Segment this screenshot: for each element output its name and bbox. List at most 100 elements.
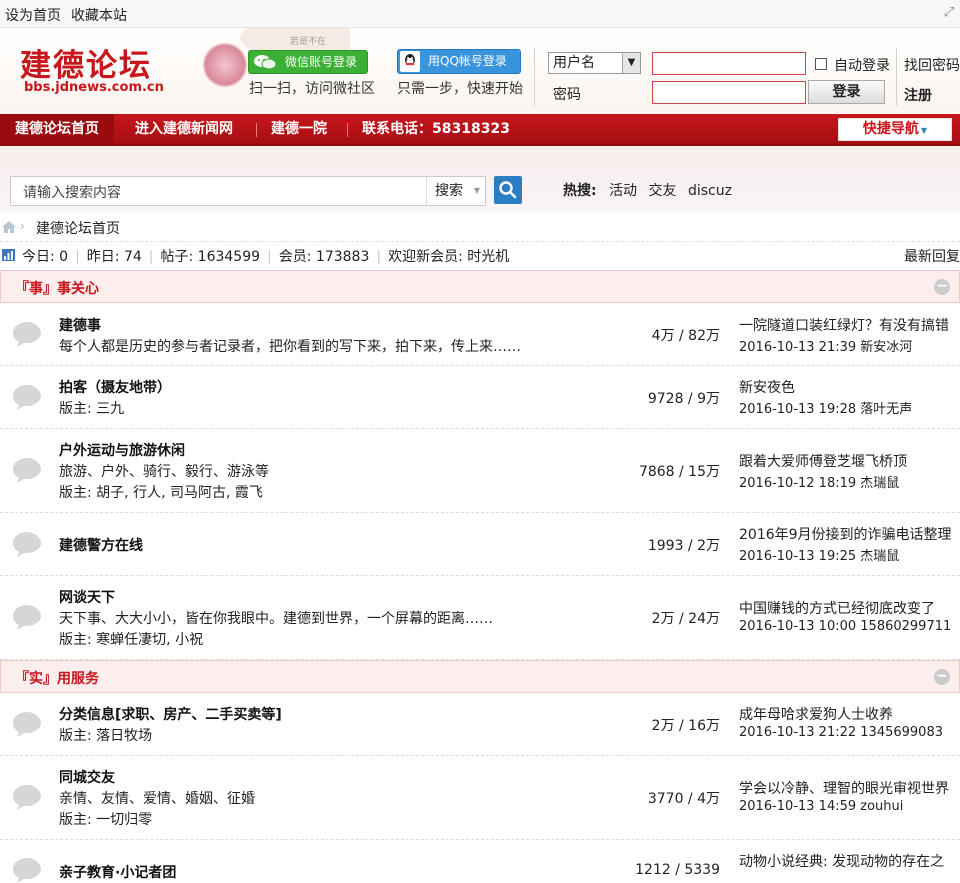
nav-item-news[interactable]: 进入建德新闻网	[120, 114, 248, 144]
stat-posts: 帖子: 1634599	[160, 249, 261, 265]
forum-bubble-icon	[13, 458, 41, 483]
hot-search-label: 热搜:	[563, 183, 597, 199]
collapse-icon[interactable]: −	[934, 669, 950, 685]
forum-row[interactable]: 户外运动与旅游休闲 旅游、户外、骑行、毅行、游泳等 版主: 胡子, 行人, 司马…	[0, 429, 960, 513]
forum-title[interactable]: 同城交友	[59, 767, 115, 787]
search-type-select[interactable]: 搜索 ▼	[426, 177, 486, 205]
category-header: 『事』事关心 −	[0, 270, 960, 303]
login-type-value: 用户名	[553, 55, 595, 71]
search-button[interactable]	[494, 176, 522, 204]
site-url: bbs.jdnews.com.cn	[24, 80, 164, 95]
forum-title[interactable]: 分类信息[求职、房产、二手买卖等]	[59, 704, 282, 724]
last-post-title[interactable]: 学会以冷静、理智的眼光审视世界	[739, 778, 960, 798]
qq-sub-text: 只需一步，快速开始	[397, 81, 523, 97]
forgot-password-link[interactable]: 找回密码	[904, 55, 960, 75]
set-home-link[interactable]: 设为首页	[5, 8, 61, 24]
forum-row[interactable]: 亲子教育·小记者团 1212 / 5339 动物小说经典: 发现动物的存在之	[0, 840, 960, 883]
forum-bubble-icon	[13, 532, 41, 557]
last-post-title[interactable]: 新安夜色	[739, 377, 960, 397]
forum-counts: 2万 / 24万	[651, 611, 720, 627]
nav-item-hospital[interactable]: 建德一院	[256, 114, 342, 144]
forum-moderators: 版主: 胡子, 行人, 司马阿古, 霞飞	[59, 485, 263, 501]
last-post-title[interactable]: 2016年9月份接到的诈骗电话整理	[739, 524, 960, 544]
top-links: 设为首页 收藏本站	[5, 5, 137, 25]
forum-counts: 9728 / 9万	[647, 391, 720, 407]
forum-row[interactable]: 网谈天下 天下事、大大小小，皆在你我眼中。建德到世界，一个屏幕的距离…… 版主:…	[0, 576, 960, 660]
qq-login-button[interactable]: 用QQ帐号登录	[397, 49, 521, 74]
forum-description: 天下事、大大小小，皆在你我眼中。建德到世界，一个屏幕的距离……	[59, 611, 493, 627]
stat-newest-member[interactable]: 欢迎新会员: 时光机	[388, 249, 509, 265]
qq-login-label: 用QQ帐号登录	[428, 54, 507, 68]
forum-title[interactable]: 户外运动与旅游休闲	[59, 440, 185, 460]
forum-moderators: 版主: 落日牧场	[59, 728, 153, 744]
login-type-select[interactable]: 用户名 ▼	[548, 52, 641, 74]
last-post-title[interactable]: 跟着大爱师傅登芝堰飞桥顶	[739, 451, 960, 471]
category-title[interactable]: 『事』事关心	[15, 278, 99, 298]
forum-counts: 1212 / 5339	[635, 862, 720, 878]
forum-title[interactable]: 建德事	[59, 315, 101, 335]
qq-icon	[400, 51, 420, 72]
register-link[interactable]: 注册	[904, 85, 932, 105]
search-placeholder: 请输入搜索内容	[23, 185, 121, 201]
forum-row[interactable]: 建德警方在线 1993 / 2万 2016年9月份接到的诈骗电话整理 2016-…	[0, 513, 960, 576]
forum-description: 旅游、户外、骑行、毅行、游泳等	[59, 464, 269, 480]
forum-counts: 4万 / 82万	[651, 328, 720, 344]
password-label: 密码	[553, 87, 581, 103]
collapse-icon[interactable]: −	[934, 279, 950, 295]
forum-title[interactable]: 建德警方在线	[59, 535, 143, 555]
category-title[interactable]: 『实』用服务	[15, 668, 99, 688]
last-post-title[interactable]: 一院隧道口装红绿灯？有没有搞错	[739, 315, 960, 335]
header: 建德论坛 bbs.jdnews.com.cn 若是不在 微信账号登录 扫一扫，访…	[0, 28, 960, 114]
hot-search-item[interactable]: 活动	[609, 183, 637, 199]
forum-bubble-icon	[13, 858, 41, 883]
forum-counts: 3770 / 4万	[647, 791, 720, 807]
caret-down-icon: ▼	[920, 126, 928, 135]
forum-description: 每个人都是历史的参与者记录者，把你看到的写下来，拍下来，传上来……	[59, 339, 521, 355]
last-post-meta: 2016-10-13 10:00 15860299711	[739, 619, 952, 634]
forum-bubble-icon	[13, 322, 41, 347]
hot-search-item[interactable]: 交友	[649, 183, 677, 199]
last-post-title[interactable]: 中国赚钱的方式已经彻底改变了	[739, 598, 960, 618]
password-input[interactable]	[652, 81, 806, 104]
forum-counts: 1993 / 2万	[647, 538, 720, 554]
fullscreen-icon[interactable]: ⤢	[941, 5, 957, 21]
forum-row[interactable]: 同城交友 亲情、友情、爱情、婚姻、征婚 版主: 一切归零 3770 / 4万 学…	[0, 756, 960, 840]
forum-title[interactable]: 网谈天下	[59, 587, 115, 607]
auto-login-checkbox[interactable]	[815, 58, 827, 70]
forum-moderators: 版主: 一切归零	[59, 812, 153, 828]
top-bar: 设为首页 收藏本站 ⤢	[0, 0, 960, 28]
last-post-title[interactable]: 动物小说经典: 发现动物的存在之	[739, 851, 960, 871]
breadcrumb-separator-icon: ›	[20, 219, 25, 233]
last-post-meta: 2016-10-13 21:22 1345699083	[739, 725, 943, 740]
wechat-login-button[interactable]: 微信账号登录	[248, 50, 368, 74]
forum-stats: 今日: 0 | 昨日: 74 | 帖子: 1634599 | 会员: 173883 | 欢迎新会…	[0, 243, 960, 267]
home-icon[interactable]	[2, 221, 16, 233]
search-bar: 请输入搜索内容 搜索 ▼ 热搜: 活动 交友 discuz	[0, 146, 960, 212]
hot-search: 热搜: 活动 交友 discuz	[563, 180, 739, 200]
hot-search-item[interactable]: discuz	[688, 183, 732, 199]
username-input[interactable]	[652, 52, 806, 75]
search-input[interactable]: 请输入搜索内容 搜索 ▼	[10, 176, 486, 206]
forum-row[interactable]: 拍客（摄友地带） 版主: 三九 9728 / 9万 新安夜色 2016-10-1…	[0, 366, 960, 429]
forum-row[interactable]: 建德事 每个人都是历史的参与者记录者，把你看到的写下来，拍下来，传上来…… 4万…	[0, 303, 960, 366]
quick-nav-button[interactable]: 快捷导航 ▼	[838, 118, 952, 141]
chevron-down-icon: ▼	[622, 53, 640, 73]
breadcrumb-home[interactable]: 建德论坛首页	[36, 218, 120, 238]
last-post-meta: 2016-10-13 19:28 落叶无声	[739, 402, 913, 417]
forum-title[interactable]: 亲子教育·小记者团	[59, 862, 176, 882]
bookmark-link[interactable]: 收藏本站	[71, 8, 127, 24]
breadcrumb: › 建德论坛首页	[0, 212, 960, 242]
wechat-login-label: 微信账号登录	[285, 55, 358, 69]
forum-row[interactable]: 分类信息[求职、房产、二手买卖等] 版主: 落日牧场 2万 / 16万 成年母哈…	[0, 693, 960, 756]
nav-item-phone[interactable]: 联系电话：58318323	[347, 114, 525, 144]
login-button[interactable]: 登录	[808, 80, 885, 104]
last-post-title[interactable]: 成年母哈求爱狗人士收养	[739, 704, 960, 724]
search-icon	[499, 181, 517, 199]
site-logo[interactable]: 建德论坛	[20, 40, 152, 85]
nav-item-home[interactable]: 建德论坛首页	[0, 114, 114, 144]
wechat-sub-text: 扫一扫，访问微社区	[249, 81, 375, 97]
latest-reply-link[interactable]: 最新回复	[904, 246, 960, 266]
chevron-down-icon: ▼	[473, 186, 480, 195]
divider	[534, 48, 535, 106]
forum-title[interactable]: 拍客（摄友地带）	[59, 377, 171, 397]
